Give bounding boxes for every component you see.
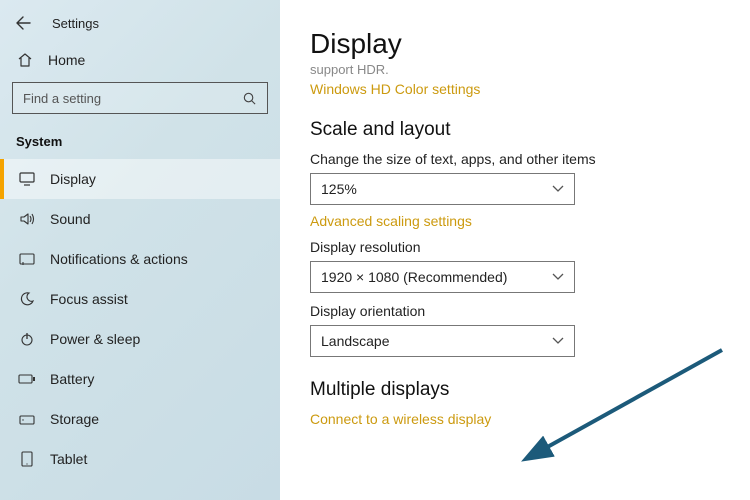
advanced-scaling-link[interactable]: Advanced scaling settings (310, 213, 722, 229)
sidebar: Settings Home System Display Sound (0, 0, 280, 500)
main-content: Display support HDR. Windows HD Color se… (280, 0, 750, 500)
app-title: Settings (52, 16, 99, 31)
section-multiple-displays: Multiple displays (310, 379, 722, 401)
sidebar-item-label: Display (50, 171, 96, 187)
storage-icon (18, 412, 36, 426)
search-icon (242, 91, 257, 106)
scale-label: Change the size of text, apps, and other… (310, 151, 722, 167)
section-label-system: System (0, 128, 280, 159)
sidebar-item-storage[interactable]: Storage (0, 399, 280, 439)
home-label: Home (48, 52, 85, 68)
sidebar-item-focus-assist[interactable]: Focus assist (0, 279, 280, 319)
sidebar-item-battery[interactable]: Battery (0, 359, 280, 399)
section-scale-layout: Scale and layout (310, 119, 722, 141)
tablet-icon (18, 451, 36, 467)
orientation-select[interactable]: Landscape (310, 325, 575, 357)
focus-assist-icon (18, 291, 36, 307)
power-icon (18, 331, 36, 347)
sidebar-item-tablet[interactable]: Tablet (0, 439, 280, 479)
scale-select[interactable]: 125% (310, 173, 575, 205)
sound-icon (18, 212, 36, 226)
annotation-arrow-icon (512, 346, 732, 466)
sidebar-item-label: Power & sleep (50, 331, 140, 347)
wireless-display-link[interactable]: Connect to a wireless display (310, 411, 722, 427)
topbar: Settings (0, 8, 280, 42)
sidebar-item-power-sleep[interactable]: Power & sleep (0, 319, 280, 359)
hdr-subtext: support HDR. (310, 62, 722, 77)
sidebar-item-label: Focus assist (50, 291, 128, 307)
resolution-label: Display resolution (310, 239, 722, 255)
sidebar-item-notifications[interactable]: Notifications & actions (0, 239, 280, 279)
display-icon (18, 172, 36, 186)
hd-color-link[interactable]: Windows HD Color settings (310, 81, 722, 97)
search-input[interactable] (23, 91, 242, 106)
battery-icon (18, 373, 36, 385)
chevron-down-icon (552, 273, 564, 281)
page-title: Display (310, 28, 722, 60)
sidebar-item-label: Storage (50, 411, 99, 427)
orientation-label: Display orientation (310, 303, 722, 319)
resolution-value: 1920 × 1080 (Recommended) (321, 269, 507, 285)
sidebar-item-sound[interactable]: Sound (0, 199, 280, 239)
back-icon[interactable] (14, 14, 32, 32)
orientation-value: Landscape (321, 333, 390, 349)
sidebar-item-label: Sound (50, 211, 90, 227)
settings-app: Settings Home System Display Sound (0, 0, 750, 500)
sidebar-item-label: Battery (50, 371, 94, 387)
search-input-container[interactable] (12, 82, 268, 114)
sidebar-item-label: Notifications & actions (50, 251, 188, 267)
sidebar-item-label: Tablet (50, 451, 87, 467)
chevron-down-icon (552, 337, 564, 345)
chevron-down-icon (552, 185, 564, 193)
notifications-icon (18, 252, 36, 266)
scale-value: 125% (321, 181, 357, 197)
home-icon (16, 52, 34, 68)
home-button[interactable]: Home (0, 42, 280, 78)
resolution-select[interactable]: 1920 × 1080 (Recommended) (310, 261, 575, 293)
sidebar-item-display[interactable]: Display (0, 159, 280, 199)
